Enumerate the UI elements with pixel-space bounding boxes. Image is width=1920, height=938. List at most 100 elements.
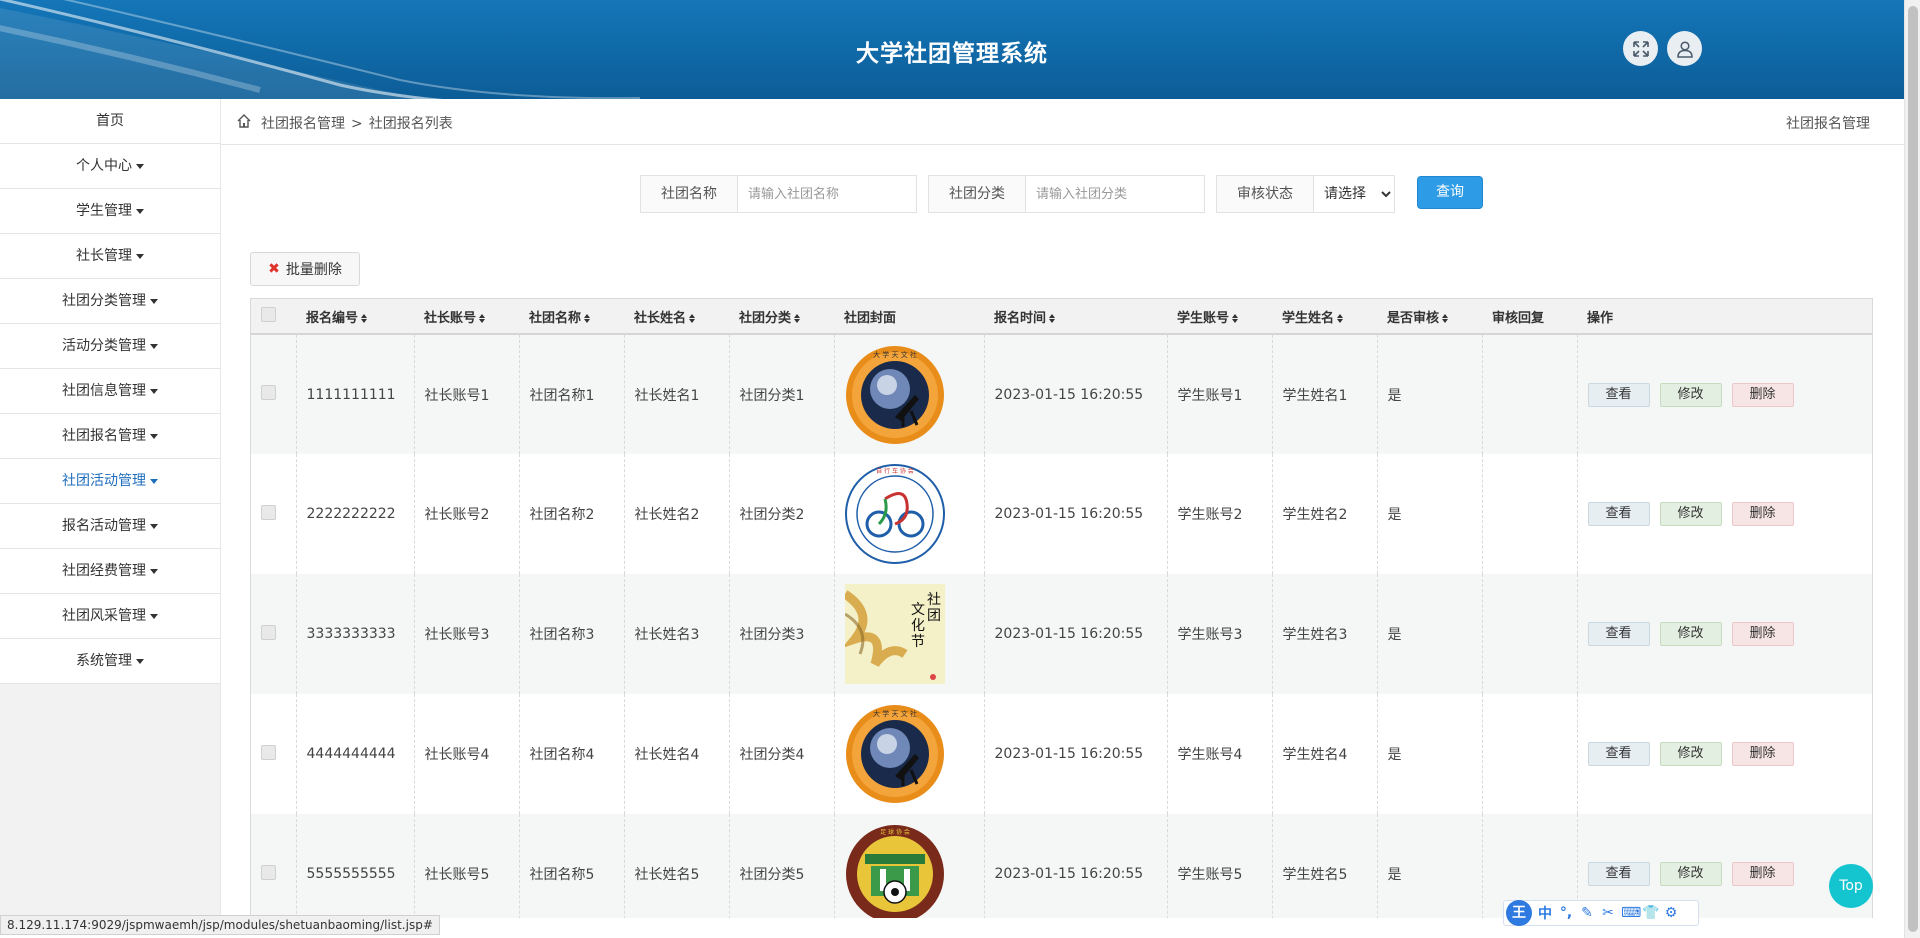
scrollbar-thumb[interactable] <box>1908 6 1918 932</box>
cell-president-account: 社长账号4 <box>413 694 519 814</box>
page-scrollbar[interactable] <box>1904 0 1920 938</box>
keyboard-icon[interactable]: ⌨ <box>1621 905 1641 921</box>
pen-icon[interactable]: ✎ <box>1579 905 1595 921</box>
edit-button[interactable]: 修改 <box>1659 622 1722 646</box>
shirt-icon[interactable]: 👕 <box>1642 905 1659 921</box>
sort-icon[interactable] <box>1049 313 1056 323</box>
row-checkbox[interactable] <box>261 504 276 520</box>
sort-icon[interactable] <box>584 313 591 323</box>
cell-president-account: 社长账号2 <box>413 454 519 574</box>
delete-button[interactable]: 删除 <box>1731 742 1794 766</box>
col-header-president-name[interactable]: 社长姓名 <box>624 299 729 335</box>
col-header-reviewed[interactable]: 是否审核 <box>1377 299 1482 335</box>
row-checkbox[interactable] <box>261 624 276 640</box>
sidebar-item-club-activities[interactable]: 社团活动管理 <box>0 459 220 504</box>
registration-table: 报名编号 社长账号 社团名称 社长姓名 社团分类 社团封面 报名时间 学生账号 … <box>250 298 1873 918</box>
caret-down-icon <box>150 613 158 619</box>
sort-icon[interactable] <box>794 313 801 323</box>
delete-button[interactable]: 删除 <box>1731 862 1794 886</box>
club-name-label: 社团名称 <box>640 175 737 213</box>
bulk-delete-label: 批量删除 <box>285 262 342 278</box>
sort-icon[interactable] <box>1337 313 1344 323</box>
cell-time: 2023-01-15 16:20:55 <box>983 334 1167 454</box>
cell-cover: 大 学 天 文 社 <box>833 334 984 454</box>
cell-reply <box>1481 334 1577 454</box>
cell-reviewed: 是 <box>1376 334 1482 454</box>
review-status-search: 审核状态 请选择 <box>1216 175 1395 213</box>
delete-button[interactable]: 删除 <box>1731 382 1794 407</box>
delete-button[interactable]: 删除 <box>1731 622 1794 646</box>
sort-icon[interactable] <box>689 313 696 323</box>
row-checkbox[interactable] <box>261 864 276 880</box>
view-button[interactable]: 查看 <box>1587 502 1650 526</box>
sidebar-item-club-funds[interactable]: 社团经费管理 <box>0 549 220 594</box>
row-checkbox[interactable] <box>261 744 276 760</box>
sort-icon[interactable] <box>361 313 368 323</box>
svg-text:团: 团 <box>927 608 941 624</box>
page-title: 社团报名管理 <box>1786 116 1870 132</box>
sidebar-item-home[interactable]: 首页 <box>0 99 220 144</box>
svg-text:文: 文 <box>911 602 925 618</box>
review-status-select[interactable]: 请选择 <box>1313 175 1395 213</box>
cell-student-name: 学生姓名1 <box>1271 334 1377 454</box>
home-icon[interactable] <box>236 113 252 129</box>
gear-icon[interactable]: ⚙ <box>1663 905 1679 921</box>
edit-button[interactable]: 修改 <box>1659 742 1722 766</box>
user-button[interactable] <box>1667 31 1702 66</box>
col-header-cover: 社团封面 <box>834 299 984 335</box>
col-header-time[interactable]: 报名时间 <box>984 299 1167 335</box>
table-row: 4444444444 社长账号4 社团名称4 社长姓名4 社团分类4 大 学 天 文 社… <box>251 694 1872 814</box>
cell-president-account: 社长账号1 <box>413 334 519 454</box>
cell-time: 2023-01-15 16:20:55 <box>983 454 1167 574</box>
breadcrumb-level1[interactable]: 社团报名管理 <box>261 116 345 132</box>
view-button[interactable]: 查看 <box>1587 742 1650 766</box>
club-name-input[interactable] <box>737 175 917 213</box>
sort-icon[interactable] <box>479 313 486 323</box>
ime-mode[interactable]: 中 <box>1537 903 1553 923</box>
sort-icon[interactable] <box>1442 313 1449 323</box>
query-button[interactable]: 查询 <box>1417 176 1483 209</box>
cell-cover: 足 球 协 会 <box>833 814 984 918</box>
edit-button[interactable]: 修改 <box>1659 382 1722 407</box>
sidebar-item-students[interactable]: 学生管理 <box>0 189 220 234</box>
sidebar-item-club-registration[interactable]: 社团报名管理 <box>0 414 220 459</box>
back-to-top-button[interactable]: Top <box>1829 864 1873 908</box>
col-header-category[interactable]: 社团分类 <box>729 299 834 335</box>
edit-button[interactable]: 修改 <box>1659 502 1722 526</box>
caret-down-icon <box>150 388 158 394</box>
select-all-checkbox[interactable] <box>261 306 276 322</box>
row-checkbox-cell <box>251 574 296 694</box>
bulk-delete-button[interactable]: ✖ 批量删除 <box>250 252 360 286</box>
punctuation-icon[interactable]: °, <box>1558 905 1574 921</box>
sort-icon[interactable] <box>1232 313 1239 323</box>
view-button[interactable]: 查看 <box>1587 862 1650 886</box>
delete-button[interactable]: 删除 <box>1731 502 1794 526</box>
sidebar-item-club-categories[interactable]: 社团分类管理 <box>0 279 220 324</box>
sidebar-item-system[interactable]: 系统管理 <box>0 639 220 684</box>
col-header-president-account[interactable]: 社长账号 <box>414 299 519 335</box>
sidebar-item-club-info[interactable]: 社团信息管理 <box>0 369 220 414</box>
view-button[interactable]: 查看 <box>1587 622 1650 646</box>
col-header-student-name[interactable]: 学生姓名 <box>1272 299 1377 335</box>
breadcrumb: 社团报名管理 > 社团报名列表 <box>261 113 453 133</box>
view-button[interactable]: 查看 <box>1587 382 1650 407</box>
club-category-input[interactable] <box>1025 175 1205 213</box>
col-header-id[interactable]: 报名编号 <box>296 299 414 335</box>
col-header-student-account[interactable]: 学生账号 <box>1167 299 1272 335</box>
fullscreen-button[interactable] <box>1623 31 1658 66</box>
col-header-club-name[interactable]: 社团名称 <box>519 299 624 335</box>
sidebar-item-activity-categories[interactable]: 活动分类管理 <box>0 324 220 369</box>
cell-reviewed: 是 <box>1376 574 1482 694</box>
scissors-icon[interactable]: ✂ <box>1600 905 1616 921</box>
sidebar-item-label: 社长管理 <box>76 248 132 264</box>
ime-logo[interactable]: 王 <box>1506 900 1532 926</box>
sidebar-item-club-showcase[interactable]: 社团风采管理 <box>0 594 220 639</box>
edit-button[interactable]: 修改 <box>1659 862 1722 886</box>
row-checkbox[interactable] <box>261 385 276 400</box>
sidebar-item-personal-center[interactable]: 个人中心 <box>0 144 220 189</box>
sidebar-item-activity-registration[interactable]: 报名活动管理 <box>0 504 220 549</box>
cell-actions: 查看 修改 删除 <box>1576 454 1872 574</box>
sidebar-item-presidents[interactable]: 社长管理 <box>0 234 220 279</box>
club-category-label: 社团分类 <box>928 175 1025 213</box>
caret-down-icon <box>150 343 158 349</box>
